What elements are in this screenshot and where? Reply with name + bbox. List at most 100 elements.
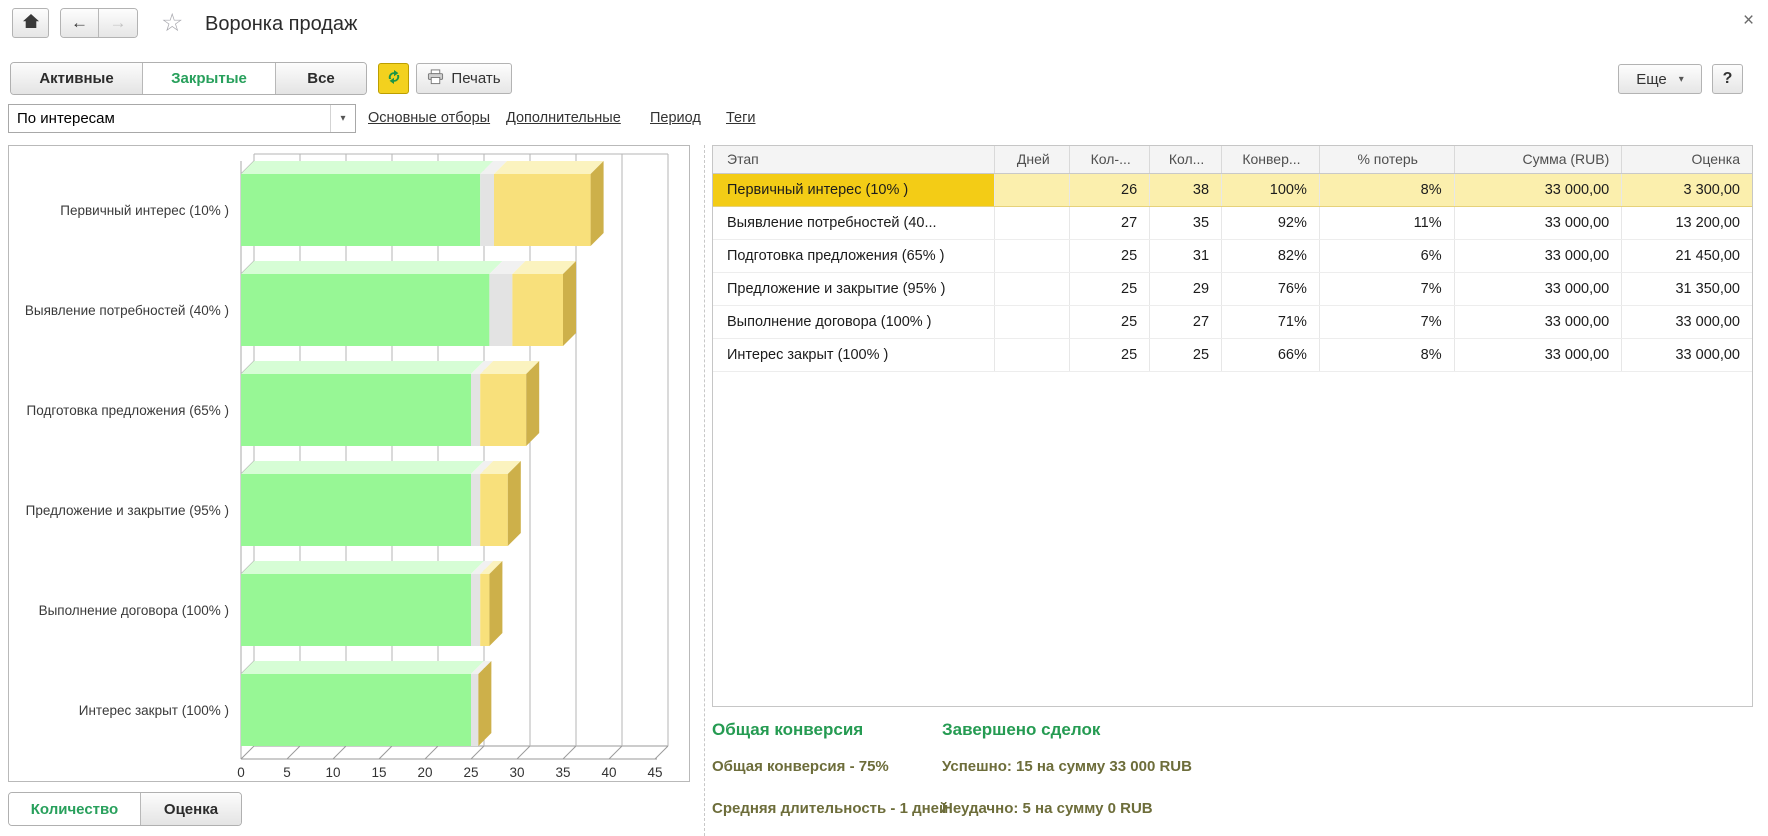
table-cell: 66% <box>1222 339 1320 371</box>
bar-side-face <box>508 461 521 546</box>
stages-table: ЭтапДнейКол-...Кол...Конвер...% потерьСу… <box>712 145 1753 707</box>
panel-splitter[interactable] <box>704 145 705 836</box>
grouping-combobox[interactable]: По интересам ▾ <box>8 104 356 133</box>
table-cell: 25 <box>1070 240 1150 272</box>
back-button[interactable]: ← <box>61 9 99 37</box>
table-cell <box>995 273 1070 305</box>
table-cell: 26 <box>1070 174 1150 206</box>
green-segment <box>241 374 471 446</box>
favorite-star-icon[interactable]: ☆ <box>161 11 183 36</box>
deal-state-tabs: Активные Закрытые Все <box>10 62 367 95</box>
table-row[interactable]: Предложение и закрытие (95% )252976%7%33… <box>713 273 1752 306</box>
yellow-segment <box>494 174 591 246</box>
tab-ocenka[interactable]: Оценка <box>141 793 241 825</box>
refresh-button[interactable] <box>378 63 409 94</box>
table-cell: Выявление потребностей (40... <box>713 207 995 239</box>
stages-table-body: Первичный интерес (10% )2638100%8%33 000… <box>713 174 1752 372</box>
column-header-5[interactable]: % потерь <box>1320 146 1455 173</box>
gray-segment <box>471 474 480 546</box>
column-header-1[interactable]: Дней <box>995 146 1070 173</box>
green-segment <box>241 474 471 546</box>
link-main-filters[interactable]: Основные отборы <box>368 110 490 126</box>
table-cell: 33 000,00 <box>1622 339 1752 371</box>
forward-button[interactable]: → <box>99 9 137 37</box>
stages-table-header: ЭтапДнейКол-...Кол...Конвер...% потерьСу… <box>713 146 1752 174</box>
column-header-2[interactable]: Кол-... <box>1070 146 1150 173</box>
tab-vse[interactable]: Все <box>276 63 366 94</box>
table-cell: Подготовка предложения (65% ) <box>713 240 995 272</box>
green-segment <box>241 274 489 346</box>
table-cell: 38 <box>1150 174 1222 206</box>
chart-axis-tick: 30 <box>509 765 524 780</box>
chart-category-label: Предложение и закрытие (95% ) <box>26 503 229 518</box>
help-button[interactable]: ? <box>1712 64 1743 94</box>
grouping-combobox-value: По интересам <box>9 105 330 132</box>
table-cell: 33 000,00 <box>1455 306 1623 338</box>
print-label: Печать <box>451 70 500 87</box>
close-icon[interactable]: × <box>1743 11 1754 30</box>
table-cell: 29 <box>1150 273 1222 305</box>
column-header-3[interactable]: Кол... <box>1150 146 1222 173</box>
table-cell: 82% <box>1222 240 1320 272</box>
tab-kolichestvo[interactable]: Количество <box>9 793 141 825</box>
table-cell: 25 <box>1070 306 1150 338</box>
table-cell: 7% <box>1320 306 1455 338</box>
table-row[interactable]: Интерес закрыт (100% )252566%8%33 000,00… <box>713 339 1752 372</box>
table-cell: 31 350,00 <box>1622 273 1752 305</box>
column-header-4[interactable]: Конвер... <box>1222 146 1320 173</box>
table-cell: 33 000,00 <box>1455 240 1623 272</box>
table-cell: Первичный интерес (10% ) <box>713 174 995 206</box>
gray-segment <box>480 174 494 246</box>
column-header-7[interactable]: Оценка <box>1622 146 1752 173</box>
closed-deals-failed: Неудачно: 5 на сумму 0 RUB <box>942 800 1153 817</box>
chart-axis-tick: 20 <box>417 765 432 780</box>
table-cell: 13 200,00 <box>1622 207 1752 239</box>
link-additional-filters[interactable]: Дополнительные <box>506 110 621 126</box>
table-cell: 8% <box>1320 339 1455 371</box>
table-cell: 31 <box>1150 240 1222 272</box>
table-cell: 92% <box>1222 207 1320 239</box>
chart-category-label: Первичный интерес (10% ) <box>60 203 229 218</box>
table-row[interactable]: Выполнение договора (100% )252771%7%33 0… <box>713 306 1752 339</box>
forward-arrow-icon: → <box>110 13 127 33</box>
table-cell: 100% <box>1222 174 1320 206</box>
home-button[interactable] <box>12 8 49 38</box>
green-segment <box>241 574 471 646</box>
link-period[interactable]: Период <box>650 110 701 126</box>
chevron-down-icon: ▾ <box>1679 74 1684 85</box>
table-cell: Предложение и закрытие (95% ) <box>713 273 995 305</box>
table-cell: Интерес закрыт (100% ) <box>713 339 995 371</box>
chart-axis-tick: 5 <box>283 765 291 780</box>
bar-side-face <box>478 661 491 746</box>
more-button[interactable]: Еще ▾ <box>1618 64 1702 94</box>
link-tags[interactable]: Теги <box>726 110 756 126</box>
column-header-6[interactable]: Сумма (RUB) <box>1455 146 1623 173</box>
gray-segment <box>471 374 480 446</box>
chart-axis-tick: 35 <box>555 765 570 780</box>
table-row[interactable]: Подготовка предложения (65% )253182%6%33… <box>713 240 1752 273</box>
table-cell: 27 <box>1070 207 1150 239</box>
table-row[interactable]: Первичный интерес (10% )2638100%8%33 000… <box>713 174 1752 207</box>
column-header-0[interactable]: Этап <box>713 146 995 173</box>
gray-segment <box>489 274 512 346</box>
home-icon <box>22 13 40 34</box>
green-segment <box>241 174 480 246</box>
chart-axis-tick: 25 <box>463 765 478 780</box>
tab-zakrytye[interactable]: Закрытые <box>143 63 276 94</box>
bar-side-face <box>563 261 576 346</box>
table-cell: 33 000,00 <box>1455 339 1623 371</box>
green-segment-top <box>241 561 484 574</box>
chart-axis-tick: 0 <box>237 765 245 780</box>
yellow-segment-top <box>494 161 604 174</box>
chart-axis-tick: 10 <box>325 765 340 780</box>
bar-side-face <box>591 161 604 246</box>
tab-aktivnye[interactable]: Активные <box>11 63 143 94</box>
gray-segment <box>471 674 478 746</box>
table-cell: 27 <box>1150 306 1222 338</box>
print-button[interactable]: Печать <box>416 63 512 94</box>
chart-category-label: Подготовка предложения (65% ) <box>27 403 229 418</box>
table-cell: 35 <box>1150 207 1222 239</box>
chart-category-label: Выявление потребностей (40% ) <box>25 303 229 318</box>
table-row[interactable]: Выявление потребностей (40...273592%11%3… <box>713 207 1752 240</box>
chart-mode-tabs: Количество Оценка <box>8 792 242 826</box>
